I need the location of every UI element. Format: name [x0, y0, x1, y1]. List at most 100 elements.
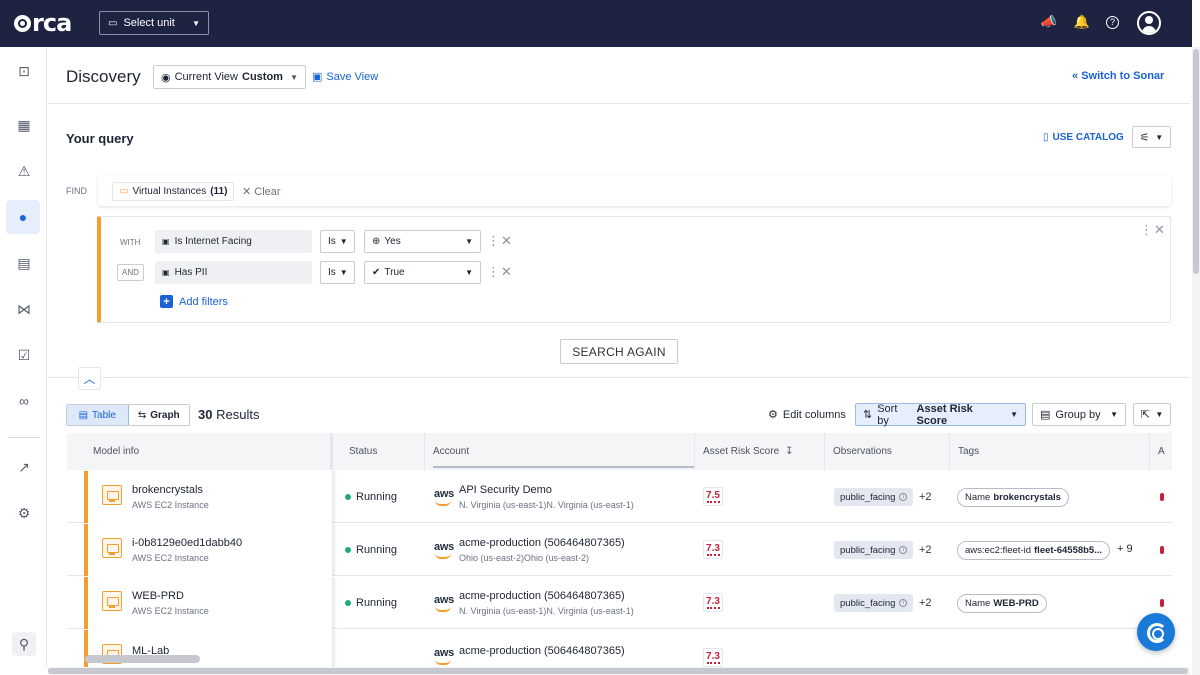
field-icon: ▣	[162, 268, 170, 277]
asset-name[interactable]: brokencrystals	[132, 484, 203, 496]
page-horizontal-scrollbar[interactable]	[48, 667, 1190, 675]
column-header-risk-score[interactable]: Asset Risk Score ↧	[695, 433, 825, 470]
tag-chip[interactable]: Name brokencrystals	[957, 488, 1069, 507]
glasses-icon[interactable]: ∞	[12, 389, 36, 413]
edit-columns-button[interactable]: ⚙ Edit columns	[768, 408, 846, 422]
ec2-instance-icon	[102, 485, 122, 505]
table-row[interactable]: i-0b8129e0ed1dabb40 AWS EC2 Instance Run…	[67, 524, 1172, 576]
discovery-icon[interactable]: ●	[6, 200, 40, 234]
risk-score-badge[interactable]: 7.3	[703, 648, 723, 667]
chevron-down-icon: ▼	[1155, 132, 1164, 142]
row-more-icon[interactable]: ⋮	[487, 233, 500, 249]
shield-icon[interactable]: ⊡	[12, 59, 36, 83]
help-icon[interactable]: ?	[1106, 16, 1119, 29]
column-header-account[interactable]: Account	[425, 433, 695, 470]
table-row[interactable]: ML-Lab aws acme-production (506464807365…	[67, 630, 1172, 667]
chevron-down-icon: ▼	[1110, 410, 1118, 419]
query-options-button[interactable]: ⚟ ▼	[1132, 126, 1171, 148]
risk-score-badge[interactable]: 7.5	[703, 487, 723, 506]
column-header-status[interactable]: Status	[341, 433, 425, 470]
row-remove-icon[interactable]: ✕	[501, 233, 512, 249]
tag-chip[interactable]: aws:ec2:fleet-id fleet-64558b5...	[957, 541, 1111, 560]
account-name[interactable]: acme-production (506464807365)	[459, 537, 625, 549]
column-header-more[interactable]: A	[1150, 433, 1172, 470]
user-settings-icon[interactable]: ⚲	[12, 632, 36, 656]
select-unit-dropdown[interactable]: ▭ Select unit ▼	[99, 11, 209, 35]
observations-more[interactable]: +2	[919, 597, 932, 609]
clipped-indicator	[1160, 546, 1164, 554]
scrollbar-thumb[interactable]	[48, 668, 1188, 674]
asset-name[interactable]: i-0b8129e0ed1dabb40	[132, 537, 242, 549]
filter-value-select[interactable]: ⊕ Yes ▼	[364, 230, 481, 253]
add-filters-button[interactable]: + Add filters	[160, 295, 228, 308]
export-button[interactable]: ⇱ ▼	[1133, 403, 1171, 426]
clear-button[interactable]: ✕ Clear	[242, 185, 281, 198]
observation-chip[interactable]: public_facing i	[834, 594, 914, 612]
observations-more[interactable]: +2	[919, 491, 932, 503]
inventory-icon[interactable]: ▤	[12, 251, 36, 275]
use-catalog-button[interactable]: ▯ USE CATALOG	[1043, 132, 1124, 143]
group-by-label: Group by	[1055, 408, 1101, 421]
tab-graph[interactable]: ⇆ Graph	[129, 405, 190, 425]
current-view-dropdown[interactable]: ◉ Current View Custom ▼	[153, 65, 306, 89]
filter-operator-select[interactable]: Is ▼	[320, 261, 355, 284]
tab-table[interactable]: ▤ Table	[67, 405, 129, 425]
dashboard-icon[interactable]: ▦	[12, 113, 36, 137]
status-label: Running	[356, 491, 397, 503]
chevron-up-icon[interactable]: ︿	[78, 367, 101, 390]
account-name[interactable]: API Security Demo	[459, 484, 552, 496]
tag-chip[interactable]: Name WEB-PRD	[957, 594, 1047, 613]
row-remove-icon[interactable]: ✕	[501, 264, 512, 280]
observation-chip[interactable]: public_facing i	[834, 488, 914, 506]
automation-icon[interactable]: ↗	[12, 455, 36, 479]
observation-label: public_facing	[840, 491, 896, 503]
results-label: Results	[216, 407, 260, 422]
orca-logo[interactable]: rca	[14, 9, 72, 37]
page-vertical-scrollbar[interactable]	[1192, 47, 1200, 675]
model-info-cell: WEB-PRD AWS EC2 Instance	[88, 577, 333, 629]
filter-field-label: Is Internet Facing	[174, 236, 252, 247]
megaphone-icon[interactable]: 📣	[1040, 14, 1058, 32]
row-more-icon[interactable]: ⋮	[487, 264, 500, 280]
observation-chip[interactable]: public_facing i	[834, 541, 914, 559]
table-horizontal-scrollbar[interactable]	[85, 655, 200, 663]
virtual-instances-chip[interactable]: ▭ Virtual Instances (11)	[112, 182, 235, 201]
column-header-tags[interactable]: Tags	[950, 433, 1150, 470]
bell-icon[interactable]: 🔔	[1073, 14, 1091, 32]
graph-icon[interactable]: ⋈	[12, 297, 36, 321]
switch-to-sonar-link[interactable]: « Switch to Sonar	[1072, 70, 1164, 82]
vm-icon: ▭	[119, 186, 129, 197]
table-row[interactable]: brokencrystals AWS EC2 Instance Running …	[67, 471, 1172, 523]
settings-icon[interactable]: ⚙	[12, 501, 36, 525]
filter-value-select[interactable]: ✔ True ▼	[364, 261, 481, 284]
column-header-observations[interactable]: Observations	[825, 433, 950, 470]
scrollbar-thumb[interactable]	[1193, 49, 1199, 274]
search-again-button[interactable]: SEARCH AGAIN	[560, 339, 678, 364]
risk-score-badge[interactable]: 7.3	[703, 540, 723, 559]
filter-operator-select[interactable]: Is ▼	[320, 230, 355, 253]
risk-score-badge[interactable]: 7.3	[703, 593, 723, 612]
and-connector[interactable]: AND	[117, 264, 144, 281]
status-label: Running	[356, 544, 397, 556]
filter-field[interactable]: ▣ Has PII	[155, 261, 312, 284]
asset-name[interactable]: WEB-PRD	[132, 590, 184, 602]
user-avatar[interactable]	[1137, 11, 1161, 35]
plus-icon: +	[160, 295, 173, 308]
account-name[interactable]: acme-production (506464807365)	[459, 645, 625, 657]
save-view-button[interactable]: ▣ Save View	[312, 70, 378, 84]
alerts-icon[interactable]: ⚠	[12, 159, 36, 183]
account-name[interactable]: acme-production (506464807365)	[459, 590, 625, 602]
tags-more[interactable]: + 9	[1117, 543, 1133, 555]
group-close-icon[interactable]: ✕	[1154, 222, 1165, 238]
group-by-dropdown[interactable]: ▤ Group by ▼	[1032, 403, 1126, 426]
filter-field[interactable]: ▣ Is Internet Facing	[155, 230, 312, 253]
tag-key: aws:ec2:fleet-id	[965, 545, 1032, 556]
group-more-icon[interactable]: ⋮	[1140, 222, 1153, 238]
sort-by-dropdown[interactable]: ⇅ Sort by Asset Risk Score ▼	[855, 403, 1026, 427]
chat-assistant-button[interactable]	[1137, 613, 1175, 651]
column-header-model-info[interactable]: Model info	[85, 433, 333, 470]
observations-more[interactable]: +2	[919, 544, 932, 556]
aws-icon: aws	[434, 647, 454, 665]
table-row[interactable]: WEB-PRD AWS EC2 Instance Running aws acm…	[67, 577, 1172, 629]
compliance-icon[interactable]: ☑	[12, 343, 36, 367]
